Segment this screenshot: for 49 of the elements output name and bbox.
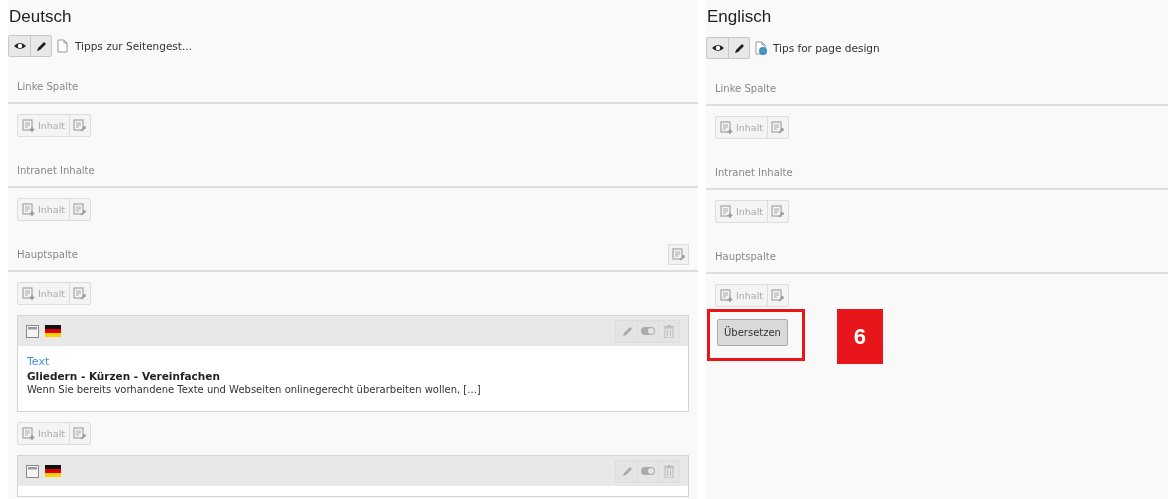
pencil-icon (35, 40, 47, 52)
trash-icon (664, 464, 674, 478)
hide-toggle[interactable] (637, 320, 658, 342)
new-content-icon (720, 288, 734, 303)
section-title: Linke Spalte (715, 83, 777, 94)
column-title: Englisch (707, 7, 773, 28)
section-title: Hauptspalte (17, 249, 78, 260)
paste-icon (771, 204, 786, 219)
pencil-icon (620, 325, 633, 337)
paste-icon (671, 247, 686, 262)
toggle-icon (641, 467, 655, 475)
eye-icon (12, 40, 27, 52)
pencil-icon (733, 42, 745, 54)
paste-icon (73, 426, 88, 441)
content-type: Text (27, 355, 51, 368)
german-flag-icon (45, 325, 61, 337)
column-title: Deutsch (9, 7, 73, 27)
paste-button[interactable] (668, 244, 689, 265)
german-flag-icon (45, 465, 61, 477)
content-header: Gliedern - Kürzen - Vereinfachen (27, 370, 221, 382)
content-text: Wenn Sie bereits vorhandene Texte und Webseiten onlinegerecht überarbeiten wollen, [...] (27, 384, 482, 395)
hide-toggle[interactable] (637, 460, 658, 482)
paste-icon (771, 288, 786, 303)
page-title: Tipps zur Seitengest... (75, 40, 192, 52)
page-title: Tips for page design (773, 42, 880, 54)
trash-icon (664, 324, 674, 338)
paste-icon (73, 286, 88, 301)
new-content-icon (22, 426, 36, 441)
toggle-icon (641, 327, 655, 335)
new-content-icon (720, 204, 734, 219)
translate-button[interactable]: Übersetzen (717, 319, 788, 346)
new-content-icon (22, 286, 36, 301)
section-title: Intranet Inhalte (715, 167, 793, 178)
pencil-icon (620, 465, 633, 477)
step-badge: 6 (836, 309, 883, 364)
paste-icon (73, 118, 88, 133)
section-title: Hauptspalte (715, 251, 776, 262)
page-icon (57, 39, 70, 53)
new-content-icon (720, 120, 734, 135)
page-globe-icon (755, 41, 768, 55)
paste-icon (771, 120, 786, 135)
section-title: Intranet Inhalte (17, 165, 95, 176)
eye-icon (710, 42, 725, 54)
section-title: Linke Spalte (17, 81, 79, 92)
content-element-icon (26, 464, 39, 478)
content-element-icon (26, 324, 39, 338)
paste-icon (73, 202, 88, 217)
new-content-icon (22, 202, 36, 217)
new-content-icon (22, 118, 36, 133)
